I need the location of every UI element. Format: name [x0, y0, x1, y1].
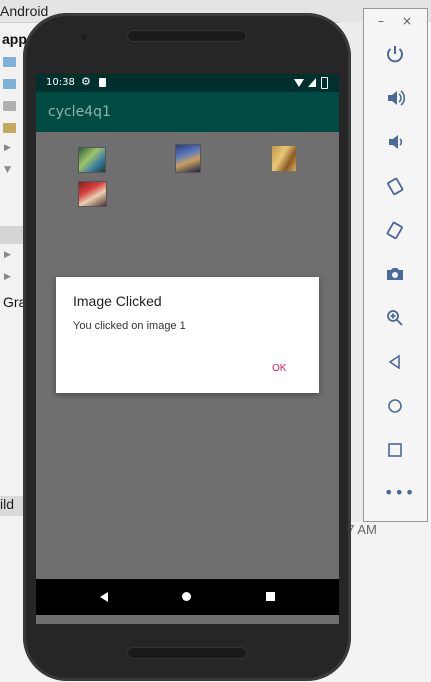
- project-tree-root[interactable]: app: [2, 31, 27, 47]
- grid-image-4[interactable]: [78, 181, 107, 207]
- folder-icon: [3, 79, 16, 89]
- zoom-icon[interactable]: [382, 305, 408, 331]
- home-icon[interactable]: [382, 393, 408, 419]
- power-icon[interactable]: [382, 41, 408, 67]
- ide-title: Android: [0, 3, 49, 19]
- volume-down-icon[interactable]: [382, 129, 408, 155]
- rotate-right-icon[interactable]: [382, 217, 408, 243]
- phone-frame: 10:38 ⚙ cycle4q1 Image Clicked You click…: [23, 13, 351, 681]
- close-button[interactable]: ×: [402, 14, 412, 28]
- dialog-title: Image Clicked: [73, 293, 162, 309]
- front-camera: [81, 34, 87, 40]
- alert-dialog: Image Clicked You clicked on image 1 OK: [56, 277, 319, 393]
- app-title: cycle4q1: [48, 104, 111, 120]
- device-screen: 10:38 ⚙ cycle4q1 Image Clicked You click…: [36, 74, 339, 624]
- overview-icon[interactable]: [382, 437, 408, 463]
- folder-icon: [3, 57, 16, 67]
- home-icon[interactable]: [182, 592, 191, 601]
- grid-image-1[interactable]: [78, 147, 106, 173]
- file-icon: [3, 123, 16, 133]
- navigation-bar: [36, 579, 339, 615]
- chevron-down-icon[interactable]: ▼: [4, 165, 11, 175]
- build-tab[interactable]: ild: [0, 496, 24, 516]
- status-bar: 10:38 ⚙: [36, 74, 339, 92]
- chevron-right-icon[interactable]: ▶: [4, 143, 11, 153]
- chevron-right-icon[interactable]: ▶: [4, 250, 11, 260]
- camera-icon[interactable]: [382, 261, 408, 287]
- back-icon[interactable]: [100, 592, 108, 602]
- grid-image-2[interactable]: [175, 144, 201, 173]
- app-bar: cycle4q1: [36, 92, 339, 132]
- gear-icon: ⚙: [81, 75, 91, 88]
- bottom-speaker: [127, 647, 247, 659]
- grid-image-3[interactable]: [271, 145, 297, 172]
- wifi-icon: [294, 79, 304, 87]
- battery-icon: [321, 77, 328, 89]
- signal-icon: [308, 78, 316, 87]
- rotate-left-icon[interactable]: [382, 173, 408, 199]
- dialog-message: You clicked on image 1: [73, 320, 186, 332]
- tree-selection: [0, 226, 24, 244]
- status-time: 10:38: [46, 77, 75, 88]
- overview-icon[interactable]: [266, 592, 275, 601]
- ok-button[interactable]: OK: [272, 363, 286, 374]
- sd-card-icon: [99, 78, 106, 87]
- folder-icon: [3, 101, 16, 111]
- more-icon[interactable]: •••: [384, 483, 415, 502]
- minimize-button[interactable]: –: [378, 14, 384, 28]
- chevron-right-icon[interactable]: ▶: [4, 272, 11, 282]
- volume-up-icon[interactable]: [382, 85, 408, 111]
- back-icon[interactable]: [382, 349, 408, 375]
- emulator-toolbar: – × •••: [363, 8, 428, 522]
- top-speaker: [127, 30, 247, 42]
